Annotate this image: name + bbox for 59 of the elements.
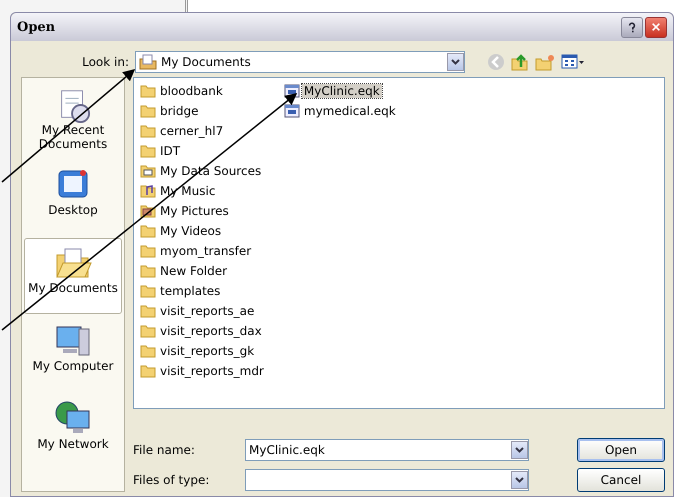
folder-icon: [140, 324, 156, 338]
file-name[interactable]: visit_reports_dax: [158, 324, 264, 338]
folder-icon: [140, 364, 156, 378]
file-name[interactable]: visit_reports_gk: [158, 344, 256, 358]
file-name[interactable]: visit_reports_ae: [158, 304, 256, 318]
folder-icon: [140, 104, 156, 118]
places-item[interactable]: Desktop: [24, 160, 122, 236]
file-name[interactable]: My Videos: [158, 224, 224, 238]
folder-icon: [140, 224, 156, 238]
folder-icon: [140, 84, 156, 98]
folder-icon: [140, 144, 156, 158]
file-name[interactable]: bridge: [158, 104, 201, 118]
file-name[interactable]: cerner_hl7: [158, 124, 226, 138]
back-icon[interactable]: [487, 53, 505, 71]
folder-icon: [140, 344, 156, 358]
folder-icon: [140, 124, 156, 138]
recent-documents-icon: [61, 90, 90, 123]
data-sources-icon: [140, 164, 156, 178]
view-menu-icon[interactable]: [561, 54, 585, 70]
file-name[interactable]: mymedical.eqk: [302, 104, 398, 118]
document-icon: [284, 104, 300, 118]
up-folder-icon[interactable]: [511, 53, 529, 71]
new-folder-icon[interactable]: [535, 53, 555, 71]
file-type-dropdown[interactable]: [245, 469, 529, 491]
window-title: Open: [17, 20, 56, 34]
folder-icon: [140, 244, 156, 258]
file-name[interactable]: New Folder: [158, 264, 230, 278]
close-icon: [652, 21, 660, 33]
help-icon: [628, 20, 636, 34]
file-name[interactable]: visit_reports_mdr: [158, 364, 266, 378]
caret-icon: [515, 447, 524, 453]
folder-icon: [140, 304, 156, 318]
music-folder-icon: [140, 184, 156, 198]
help-button[interactable]: [621, 16, 643, 38]
look-in-dropdown[interactable]: My Documents: [135, 51, 465, 73]
file-name-label: File name:: [133, 443, 196, 457]
file-name[interactable]: templates: [158, 284, 222, 298]
places-item[interactable]: My Computer: [24, 316, 122, 392]
caret-icon: [451, 59, 460, 65]
close-button[interactable]: [645, 16, 667, 38]
desktop-icon: [58, 170, 88, 198]
computer-icon: [56, 326, 90, 356]
caret-icon: [515, 477, 524, 483]
network-computer-icon: [56, 402, 90, 433]
open-folder-icon: [56, 248, 92, 278]
open-button[interactable]: Open: [577, 438, 665, 462]
cancel-button[interactable]: Cancel: [577, 468, 665, 492]
folder-icon: [140, 284, 156, 298]
file-name[interactable]: MyClinic.eqk: [302, 84, 382, 98]
file-name[interactable]: bloodbank: [158, 84, 225, 98]
file-name[interactable]: My Pictures: [158, 204, 231, 218]
file-name-field[interactable]: MyClinic.eqk: [245, 439, 529, 461]
file-name[interactable]: myom_transfer: [158, 244, 254, 258]
look-in-label: Look in:: [81, 55, 129, 69]
file-type-label: Files of type:: [133, 473, 210, 487]
file-name[interactable]: IDT: [158, 144, 182, 158]
documents-icon: [139, 54, 157, 70]
places-item[interactable]: My Network: [24, 394, 122, 470]
folder-icon: [140, 264, 156, 278]
